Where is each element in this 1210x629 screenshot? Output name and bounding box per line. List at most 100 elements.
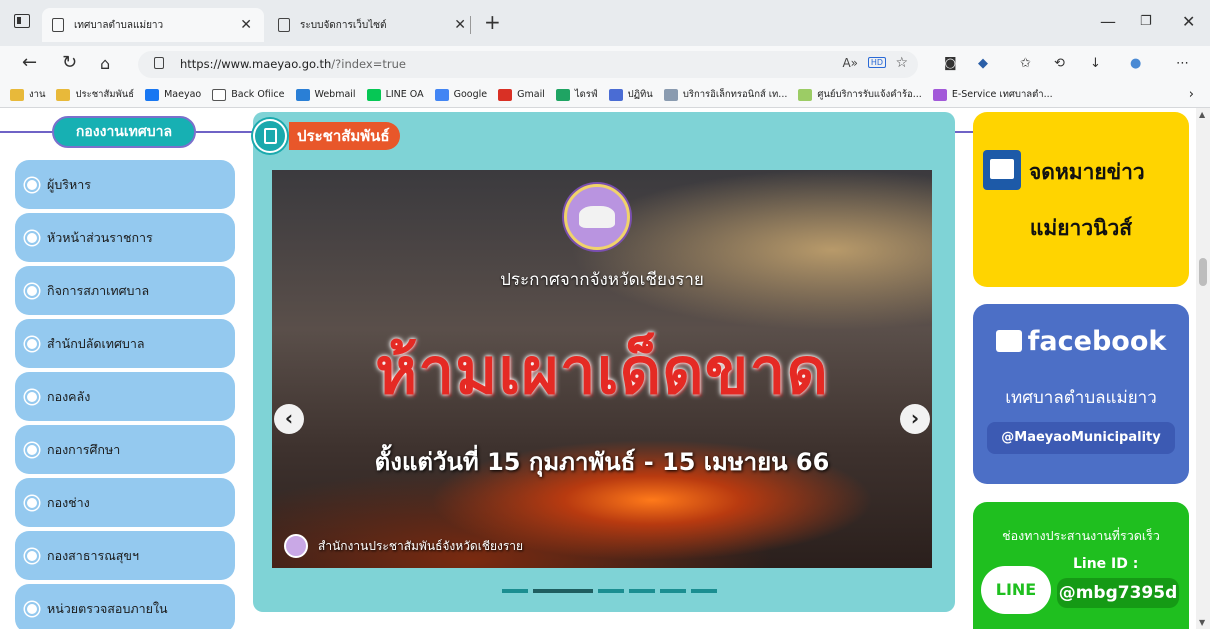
camera-icon[interactable]: ◙ [944, 56, 957, 71]
bookmark-item[interactable]: งาน [10, 87, 45, 102]
bookmark-label: ประชาสัมพันธ์ [75, 89, 135, 100]
minimize-icon[interactable]: — [1100, 12, 1116, 31]
chevron-right-icon[interactable]: › [1189, 87, 1194, 102]
sidebar-toggle-icon[interactable] [14, 14, 30, 28]
read-aloud-icon[interactable]: A» [842, 56, 858, 70]
bookmarks-bar: งาน ประชาสัมพันธ์ Maeyao Back Ofiice Webmail… [0, 82, 1210, 108]
thumbs-up-icon [995, 330, 1022, 352]
sidebar-menu-label: หัวหน้าส่วนราชการ [47, 229, 153, 245]
radio-dot-icon [25, 389, 39, 404]
new-tab-icon[interactable]: + [484, 10, 501, 34]
bookmark-item[interactable]: Gmail [498, 88, 545, 101]
close-tab-icon[interactable]: ✕ [240, 17, 252, 33]
slide-prev-button[interactable]: ‹ [274, 404, 304, 434]
address-bar: ← ↻ ⌂ https://www.maeyao.go.th/?index=tr… [0, 46, 1210, 82]
extension-icon[interactable]: ◆ [978, 56, 988, 71]
hd-icon[interactable]: HD [867, 57, 886, 68]
news-slide[interactable]: ประกาศจากจังหวัดเชียงราย ห้ามเผาเด็ดขาด … [272, 170, 932, 568]
radio-dot-icon [25, 230, 39, 245]
page-scrollbar[interactable]: ▲ ▼ [1196, 108, 1210, 629]
history-icon[interactable]: ⟲ [1054, 56, 1065, 71]
slide-indicator[interactable] [533, 589, 593, 593]
bookmark-label: ปฏิทิน [627, 89, 653, 100]
sidebar-menu-item[interactable]: กองการศึกษา [15, 425, 235, 474]
sidebar-menu-item[interactable]: สำนักปลัดเทศบาล [15, 319, 235, 368]
sidebar-menu-item[interactable]: ผู้บริหาร [15, 160, 235, 209]
newsletter-subtitle: แม่ยาวนิวส์ [1029, 216, 1133, 240]
home-icon[interactable]: ⌂ [100, 54, 110, 73]
bookmark-item[interactable]: LINE OA [366, 88, 424, 101]
sidebar-menu-item[interactable]: กองช่าง [15, 478, 235, 527]
url-field[interactable]: https://www.maeyao.go.th/?index=true A» … [138, 51, 918, 78]
sidebar-menu: ผู้บริหารหัวหน้าส่วนราชการกิจการสภาเทศบา… [15, 160, 235, 629]
bookmark-icon [498, 88, 513, 101]
newsletter-title: จดหมายข่าว [1029, 160, 1145, 184]
bookmark-item[interactable]: Webmail [295, 88, 356, 101]
download-icon[interactable]: ↓ [1090, 56, 1101, 71]
bookmark-icon [608, 88, 623, 101]
refresh-icon[interactable]: ↻ [62, 52, 77, 73]
tab-title: เทศบาลตำบลแม่ยาว [74, 19, 164, 31]
slide-indicator[interactable] [598, 589, 624, 593]
scroll-down-icon[interactable]: ▼ [1199, 618, 1205, 627]
bookmark-item[interactable]: E-Service เทศบาลตำ... [932, 87, 1053, 102]
slide-indicator[interactable] [660, 589, 686, 593]
slide-indicator[interactable] [691, 589, 717, 593]
radio-dot-icon [25, 548, 39, 563]
radio-dot-icon [25, 495, 39, 510]
radio-dot-icon [25, 177, 39, 192]
web-page: กองงานเทศบาล ผู้บริหารหัวหน้าส่วนราชการก… [0, 108, 1210, 629]
page-icon [52, 18, 64, 32]
favorite-icon[interactable]: ☆ [895, 55, 908, 71]
bookmark-item[interactable]: ประชาสัมพันธ์ [56, 87, 134, 102]
facebook-banner[interactable]: facebook เทศบาลตำบลแม่ยาว @MaeyaoMunicip… [973, 304, 1189, 484]
close-window-icon[interactable]: ✕ [1182, 12, 1195, 31]
bookmark-icon [366, 88, 381, 101]
news-heading: ประชาสัมพันธ์ [253, 118, 400, 154]
bookmark-item[interactable]: ปฏิทิน [608, 87, 653, 102]
restore-icon[interactable]: ❐ [1140, 14, 1152, 29]
sidebar-menu-label: กิจการสภาเทศบาล [47, 282, 150, 298]
bookmark-icon [932, 88, 947, 101]
sidebar-menu-label: สำนักปลัดเทศบาล [47, 335, 145, 351]
sidebar-menu-item[interactable]: กองคลัง [15, 372, 235, 421]
slide-indicator[interactable] [629, 589, 655, 593]
lock-icon [154, 57, 164, 69]
newspaper-icon [983, 150, 1021, 190]
facebook-brand: facebook [973, 326, 1189, 357]
sidebar-menu-item[interactable]: กิจการสภาเทศบาล [15, 266, 235, 315]
sidebar-menu-item[interactable]: หน่วยตรวจสอบภายใน [15, 584, 235, 629]
bookmark-label: ศูนย์บริการรับแจ้งคำร้อ... [817, 89, 922, 100]
sidebar-menu-label: กองช่าง [47, 494, 90, 510]
slide-announcement: ประกาศจากจังหวัดเชียงราย [500, 270, 704, 290]
bookmark-item[interactable]: ศูนย์บริการรับแจ้งคำร้อ... [798, 87, 922, 102]
tab-admin[interactable]: ระบบจัดการเว็บไซต์ ✕ [268, 8, 478, 42]
bookmark-icon [10, 88, 24, 101]
newsletter-banner[interactable]: จดหมายข่าว แม่ยาวนิวส์ [973, 112, 1189, 287]
slide-next-button[interactable]: › [900, 404, 930, 434]
line-banner[interactable]: ช่องทางประสานงานที่รวดเร็ว LINE Line ID … [973, 502, 1189, 629]
more-icon[interactable]: ⋯ [1176, 56, 1189, 71]
bookmark-item[interactable]: Back Ofiice [212, 88, 285, 101]
sidebar-menu-label: ผู้บริหาร [47, 176, 91, 192]
scroll-up-icon[interactable]: ▲ [1199, 110, 1205, 119]
slide-credit: สำนักงานประชาสัมพันธ์จังหวัดเชียงราย [284, 534, 523, 558]
bookmark-item[interactable]: Google [434, 88, 488, 101]
bookmark-item[interactable]: ไดรฟ์ [555, 87, 598, 102]
sidebar-menu-item[interactable]: หัวหน้าส่วนราชการ [15, 213, 235, 262]
tab-maeyao[interactable]: เทศบาลตำบลแม่ยาว ✕ [42, 8, 264, 42]
line-id-label: Line ID : [1073, 556, 1139, 572]
sidebar-heading: กองงานเทศบาล [52, 116, 196, 148]
bookmark-item[interactable]: Maeyao [145, 88, 201, 101]
slide-date-range: ตั้งแต่วันที่ 15 กุมภาพันธ์ - 15 เมษายน … [374, 448, 830, 476]
bookmark-item[interactable]: บริการอิเล็กทรอนิกส์ เท... [663, 87, 787, 102]
bookmark-label: Google [453, 89, 488, 100]
back-icon[interactable]: ← [22, 52, 37, 73]
scroll-thumb[interactable] [1199, 258, 1207, 286]
bookmark-label: Webmail [314, 89, 356, 100]
favorites-icon[interactable]: ✩ [1020, 56, 1031, 71]
close-tab-icon[interactable]: ✕ [454, 17, 466, 33]
profile-icon[interactable]: ● [1130, 56, 1141, 71]
sidebar-menu-item[interactable]: กองสาธารณสุขฯ [15, 531, 235, 580]
slide-indicator[interactable] [502, 589, 528, 593]
